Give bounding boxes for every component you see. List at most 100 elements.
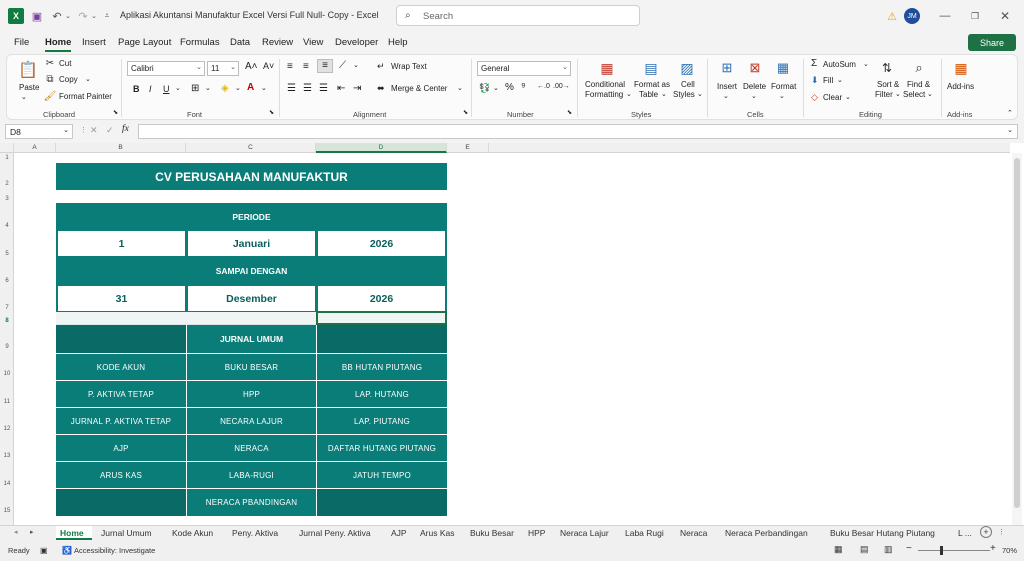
- share-button[interactable]: Share: [968, 34, 1016, 51]
- fill-icon[interactable]: ⬇: [811, 75, 819, 86]
- format-dropdown-icon[interactable]: ⌄: [779, 92, 785, 100]
- increase-indent-icon[interactable]: ⇥: [353, 83, 361, 94]
- sheet-tab-jurnal-umum[interactable]: Jurnal Umum: [101, 526, 152, 540]
- tab-insert[interactable]: Insert: [82, 37, 106, 48]
- nav-lap-hutang-button[interactable]: LAP. HUTANG: [317, 381, 447, 407]
- cut-icon[interactable]: ✂: [45, 58, 55, 69]
- borders-icon[interactable]: ⊞: [191, 83, 199, 94]
- align-middle-icon[interactable]: ≡: [303, 61, 309, 72]
- nav-neraca-pbandingan-button[interactable]: NERACA PBANDINGAN: [187, 489, 316, 516]
- format-as-table-label-1[interactable]: Format as: [634, 80, 670, 89]
- page-break-view-icon[interactable]: ▥: [884, 544, 893, 555]
- zoom-slider[interactable]: [918, 550, 990, 551]
- cell-styles-label-1[interactable]: Cell: [681, 80, 695, 89]
- minimize-icon[interactable]: —: [938, 8, 952, 24]
- fill-dropdown-icon[interactable]: ⌄: [235, 84, 241, 92]
- font-launcher-icon[interactable]: ⬊: [269, 109, 274, 116]
- column-header[interactable]: C: [186, 143, 316, 153]
- tab-home[interactable]: Home: [45, 37, 71, 48]
- selected-cell-d8[interactable]: [316, 311, 447, 325]
- end-day-cell[interactable]: 31: [58, 286, 185, 311]
- accessibility-icon[interactable]: ♿: [62, 546, 72, 555]
- sheet-tab-buku-besar-hutang-piutang[interactable]: Buku Besar Hutang Piutang: [830, 526, 935, 540]
- align-bottom-icon[interactable]: ≡: [317, 59, 333, 73]
- zoom-out-icon[interactable]: −: [906, 543, 912, 554]
- conditional-dropdown-icon[interactable]: ⌄: [626, 90, 632, 98]
- find-dropdown-icon[interactable]: ⌄: [927, 90, 933, 98]
- sheet-tab-hpp[interactable]: HPP: [528, 526, 545, 540]
- decrease-decimal-icon[interactable]: .00→: [553, 83, 570, 90]
- search-box[interactable]: ⌕ Search: [396, 5, 640, 26]
- wrap-text-button[interactable]: Wrap Text: [391, 62, 427, 71]
- nav-necara-lajur-button[interactable]: NECARA LAJUR: [187, 408, 316, 434]
- insert-dropdown-icon[interactable]: ⌄: [723, 92, 729, 100]
- increase-font-icon[interactable]: A˄: [245, 61, 258, 72]
- tab-view[interactable]: View: [303, 37, 323, 48]
- underline-dropdown-icon[interactable]: ⌄: [175, 84, 181, 92]
- nav-laba-rugi-button[interactable]: LABA-RUGI: [187, 462, 316, 488]
- start-month-cell[interactable]: Januari: [188, 231, 315, 256]
- nav-neraca-button[interactable]: NERACA: [187, 435, 316, 461]
- autosum-icon[interactable]: Σ: [811, 58, 817, 69]
- insert-function-icon[interactable]: fx: [122, 124, 129, 134]
- alignment-launcher-icon[interactable]: ⬊: [463, 109, 468, 116]
- clipboard-launcher-icon[interactable]: ⬊: [113, 109, 118, 116]
- nav-daftar-hutang-piutang-button[interactable]: DAFTAR HUTANG PIUTANG: [317, 435, 447, 461]
- format-as-table-label-2[interactable]: Table: [639, 90, 658, 99]
- row-header[interactable]: 3: [0, 196, 14, 202]
- start-year-cell[interactable]: 2026: [318, 231, 445, 256]
- tab-data[interactable]: Data: [230, 37, 250, 48]
- row-header[interactable]: 4: [0, 223, 14, 229]
- clear-dropdown-icon[interactable]: ⌄: [845, 93, 851, 101]
- row-header[interactable]: 13: [0, 453, 14, 459]
- paste-button[interactable]: Paste: [19, 83, 39, 92]
- font-name-select[interactable]: Calibri ⌄: [127, 61, 205, 76]
- merge-center-button[interactable]: Merge & Center: [391, 84, 447, 93]
- copy-icon[interactable]: ⧉: [45, 74, 55, 85]
- column-header[interactable]: B: [56, 143, 186, 153]
- merge-icon[interactable]: ⬌: [377, 83, 385, 94]
- add-ins-icon[interactable]: ▦: [951, 59, 971, 77]
- nav-p-aktiva-tetap-button[interactable]: P. AKTIVA TETAP: [56, 381, 186, 407]
- sort-dropdown-icon[interactable]: ⌄: [895, 90, 901, 98]
- row-header[interactable]: 6: [0, 278, 14, 284]
- column-header[interactable]: D: [316, 143, 447, 153]
- format-cells-icon[interactable]: ▦: [773, 59, 793, 77]
- row-header[interactable]: 10: [0, 371, 14, 377]
- row-header[interactable]: 9: [0, 344, 14, 350]
- jurnal-umum-button[interactable]: JURNAL UMUM: [187, 325, 316, 353]
- sheet-tab-home[interactable]: Home: [56, 526, 92, 540]
- sheet-tab-neraca[interactable]: Neraca: [680, 526, 707, 540]
- find-select-label-1[interactable]: Find &: [907, 80, 930, 89]
- sheet-tab-arus-kas[interactable]: Arus Kas: [420, 526, 455, 540]
- zoom-slider-thumb[interactable]: [940, 546, 943, 555]
- find-select-label-2[interactable]: Select: [903, 90, 925, 99]
- zoom-in-icon[interactable]: +: [990, 543, 996, 554]
- row-header[interactable]: 1: [0, 155, 14, 161]
- delete-cells-icon[interactable]: ⊠: [745, 59, 765, 77]
- font-color-icon[interactable]: A: [247, 82, 254, 93]
- row-header[interactable]: 11: [0, 399, 14, 405]
- undo-icon[interactable]: ↶: [50, 8, 64, 24]
- align-top-icon[interactable]: ≡: [287, 61, 293, 72]
- page-layout-view-icon[interactable]: ▤: [860, 544, 869, 555]
- nav-lap-piutang-button[interactable]: LAP. PIUTANG: [317, 408, 447, 434]
- sort-filter-label-2[interactable]: Filter: [875, 90, 893, 99]
- underline-icon[interactable]: U: [163, 84, 170, 94]
- nav-ajp-button[interactable]: AJP: [56, 435, 186, 461]
- nav-arus-kas-button[interactable]: ARUS KAS: [56, 462, 186, 488]
- formula-input[interactable]: ⌄: [138, 124, 1018, 139]
- find-select-icon[interactable]: ⌕: [909, 59, 929, 77]
- confirm-entry-icon[interactable]: ✓: [106, 125, 114, 136]
- next-sheet-icon[interactable]: ▸: [30, 528, 34, 536]
- sheet-tab-ajp[interactable]: AJP: [391, 526, 407, 540]
- tab-help[interactable]: Help: [388, 37, 408, 48]
- redo-dropdown-icon[interactable]: ⌄: [90, 8, 98, 24]
- sheet-tab-buku-besar[interactable]: Buku Besar: [470, 526, 514, 540]
- copy-dropdown-icon[interactable]: ⌄: [85, 75, 91, 83]
- conditional-formatting-icon[interactable]: ▦: [597, 59, 617, 77]
- increase-decimal-icon[interactable]: ←.0: [537, 83, 550, 90]
- close-icon[interactable]: ✕: [998, 8, 1012, 24]
- row-header[interactable]: 5: [0, 251, 14, 257]
- conditional-formatting-label-1[interactable]: Conditional: [585, 80, 625, 89]
